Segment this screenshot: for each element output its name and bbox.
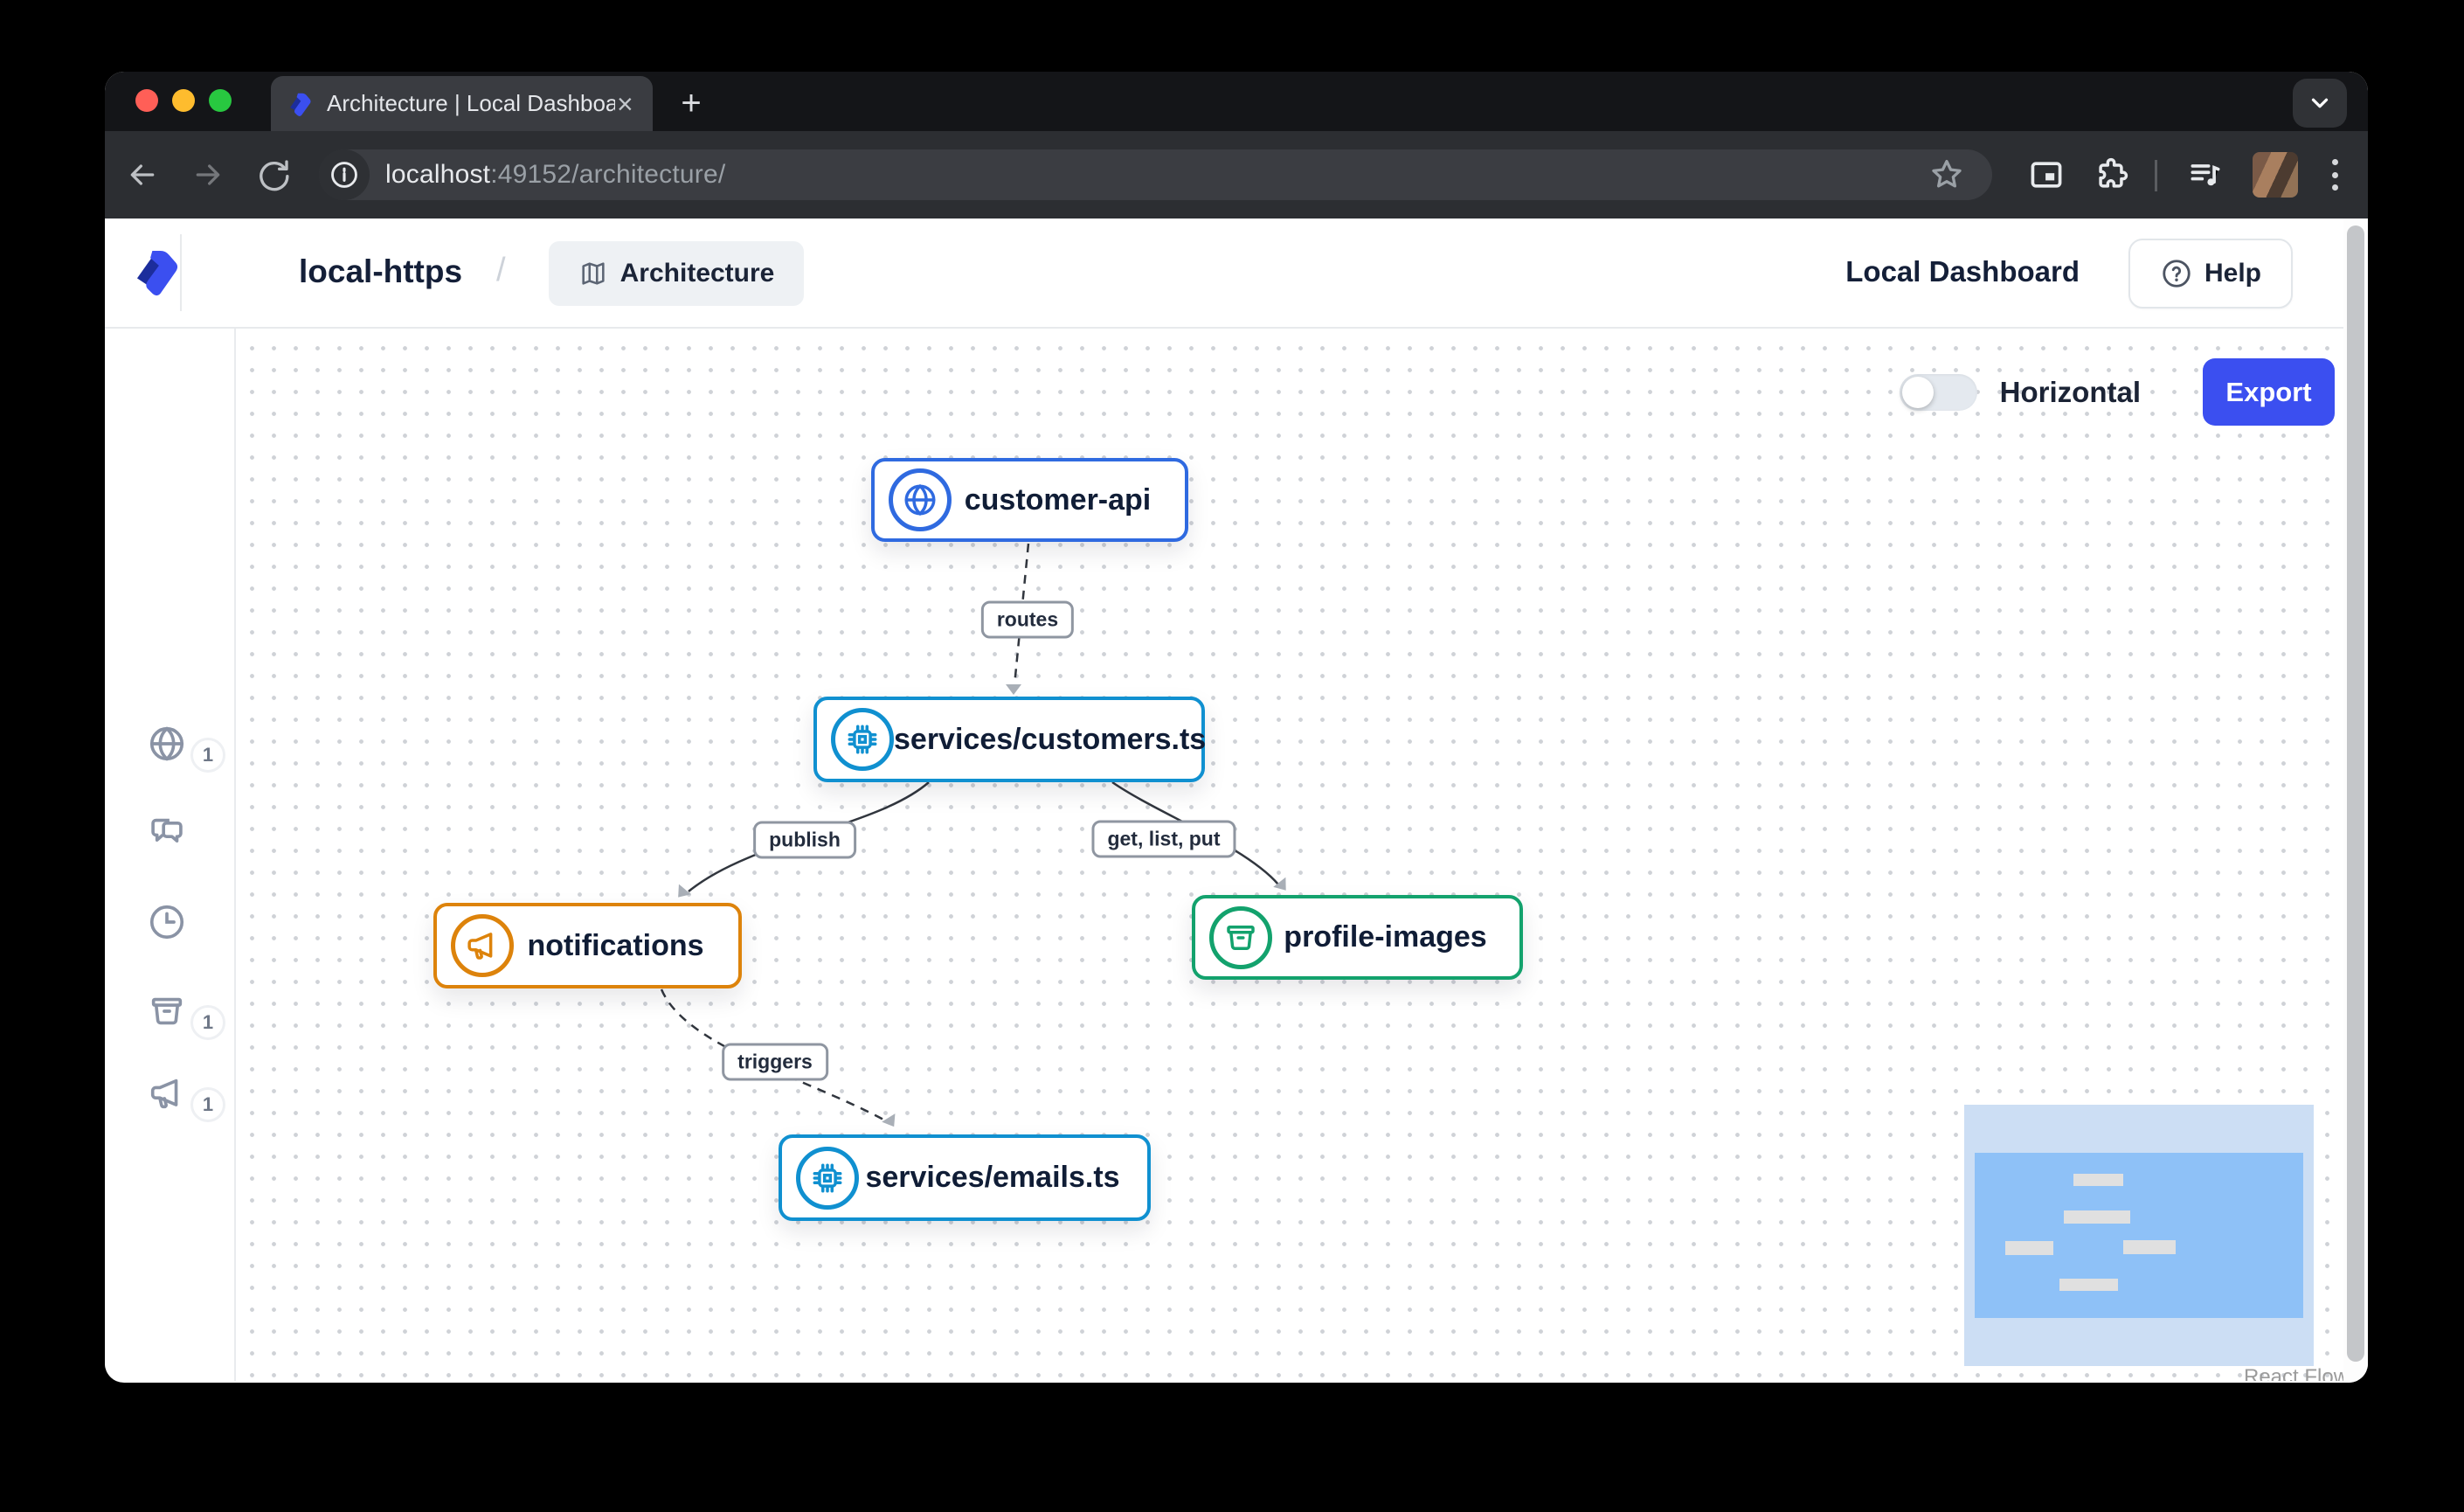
minimap-node: [2123, 1240, 2176, 1254]
minimap[interactable]: [1964, 1105, 2314, 1366]
toolbar-divider: [2155, 160, 2157, 191]
node-customer-api[interactable]: customer-api: [871, 458, 1188, 542]
node-profile-images[interactable]: profile-images: [1192, 895, 1523, 980]
url-text: localhost:49152/architecture/: [385, 160, 725, 190]
new-tab-button[interactable]: +: [671, 84, 711, 124]
scrollbar-thumb[interactable]: [2347, 225, 2364, 1362]
architecture-nav-label: Architecture: [620, 259, 775, 288]
forward-icon[interactable]: [190, 157, 225, 192]
node-label: customer-api: [952, 483, 1185, 517]
react-flow-attribution[interactable]: React Flow: [2244, 1365, 2349, 1381]
minimap-node: [2073, 1174, 2123, 1186]
horizontal-toggle-label: Horizontal: [2000, 376, 2141, 409]
node-label: services/customers.ts: [894, 723, 1227, 757]
globe-icon: [147, 724, 187, 764]
reload-icon[interactable]: [256, 157, 291, 192]
tab-close-icon[interactable]: ×: [617, 90, 633, 118]
node-label: profile-images: [1272, 920, 1519, 954]
clock-icon: [147, 902, 187, 942]
environment-label: Local Dashboard: [1845, 255, 2080, 288]
storage-badge: 1: [190, 1005, 225, 1040]
apis-badge: 1: [190, 738, 225, 773]
megaphone-icon: [147, 1073, 187, 1113]
sidebar-item-traces[interactable]: [105, 902, 236, 954]
browser-toolbar: localhost:49152/architecture/: [105, 131, 2368, 218]
reading-mode-icon[interactable]: [2027, 156, 2066, 194]
encore-favicon-icon: [285, 89, 315, 119]
sidebar-item-requests[interactable]: [105, 811, 236, 864]
minimap-node: [2005, 1241, 2053, 1255]
chat-icon: [147, 811, 187, 851]
help-label: Help: [2204, 259, 2261, 288]
sidebar-item-apis[interactable]: 1: [105, 724, 236, 776]
browser-window: Architecture | Local Dashboar × +: [105, 72, 2368, 1383]
edge-label-get-list-put[interactable]: get, list, put: [1091, 821, 1235, 858]
breadcrumb-separator: /: [496, 252, 506, 289]
tab-title: Architecture | Local Dashboar: [327, 90, 615, 117]
topics-badge: 1: [190, 1087, 225, 1122]
fullscreen-window-button[interactable]: [209, 89, 232, 112]
titlebar: Architecture | Local Dashboar × +: [105, 72, 2368, 131]
back-icon[interactable]: [125, 157, 160, 192]
cpu-icon: [796, 1147, 859, 1210]
bookmark-star-icon[interactable]: [1928, 156, 1966, 194]
chevron-down-icon: [2307, 90, 2333, 116]
bucket-icon: [147, 991, 187, 1031]
edge-label-routes[interactable]: routes: [981, 601, 1074, 639]
tab-search-button[interactable]: [2293, 79, 2347, 128]
horizontal-toggle[interactable]: [1900, 374, 1977, 411]
node-notifications[interactable]: notifications: [433, 903, 742, 988]
bucket-icon: [1209, 906, 1272, 969]
node-label: notifications: [514, 929, 738, 963]
toggle-knob: [1902, 377, 1934, 408]
minimap-node: [2064, 1210, 2130, 1224]
megaphone-icon: [451, 914, 514, 977]
node-services-customers[interactable]: services/customers.ts: [813, 697, 1205, 782]
sidebar-item-storage[interactable]: 1: [105, 991, 236, 1044]
profile-avatar[interactable]: [2253, 152, 2298, 198]
map-icon: [578, 259, 608, 288]
layout-toggle-group: Horizontal: [1900, 358, 2141, 427]
question-circle-icon: [2160, 257, 2193, 290]
header-divider: [180, 234, 182, 311]
globe-icon: [889, 468, 952, 531]
app-header: local-https / Architecture Local Dashboa…: [105, 218, 2368, 329]
browser-tab[interactable]: Architecture | Local Dashboar ×: [271, 76, 653, 131]
architecture-canvas[interactable]: customer-api services/customers.ts notif…: [236, 329, 2368, 1381]
minimap-viewport[interactable]: [1975, 1153, 2303, 1318]
edge-label-triggers[interactable]: triggers: [722, 1044, 828, 1081]
minimap-node: [2059, 1279, 2118, 1291]
node-label: services/emails.ts: [859, 1161, 1147, 1195]
help-button[interactable]: Help: [2128, 239, 2293, 309]
encore-logo-icon: [131, 245, 182, 301]
architecture-nav-button[interactable]: Architecture: [549, 241, 804, 306]
sidebar: 1: [105, 329, 236, 1381]
media-controls-icon[interactable]: [2186, 156, 2225, 194]
site-info-icon[interactable]: [319, 149, 370, 200]
cpu-icon: [831, 708, 894, 771]
address-bar[interactable]: localhost:49152/architecture/: [319, 149, 1992, 200]
app-name[interactable]: local-https: [299, 253, 462, 290]
minimize-window-button[interactable]: [172, 89, 195, 112]
sidebar-item-topics[interactable]: 1: [105, 1073, 236, 1126]
edge-label-publish[interactable]: publish: [753, 822, 856, 859]
extensions-icon[interactable]: [2092, 156, 2130, 194]
close-window-button[interactable]: [135, 89, 158, 112]
export-button[interactable]: Export: [2203, 358, 2335, 426]
node-services-emails[interactable]: services/emails.ts: [779, 1134, 1151, 1221]
browser-menu-icon[interactable]: [2324, 154, 2345, 196]
